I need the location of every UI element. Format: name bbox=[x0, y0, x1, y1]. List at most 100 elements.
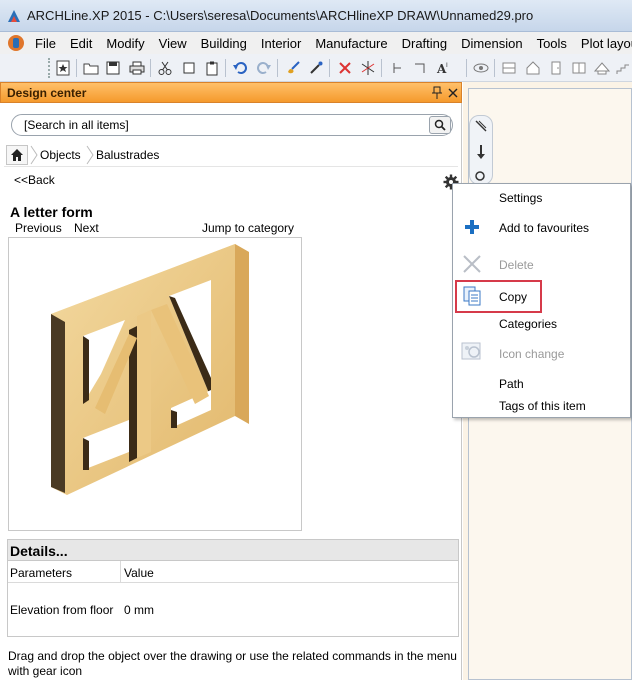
pen-icon[interactable] bbox=[474, 119, 488, 133]
menu-tools[interactable]: Tools bbox=[537, 36, 567, 51]
parameter-value: 0 mm bbox=[124, 603, 154, 617]
text-button[interactable]: AI bbox=[434, 59, 452, 77]
breadcrumb-objects[interactable]: Objects bbox=[40, 148, 81, 162]
undo-button[interactable] bbox=[231, 59, 249, 77]
eyedropper-icon bbox=[310, 61, 323, 74]
column-parameters: Parameters bbox=[10, 566, 73, 580]
paste-button[interactable] bbox=[203, 59, 221, 77]
item-title: A letter form bbox=[10, 204, 93, 220]
magnifier-icon bbox=[434, 119, 446, 131]
column-value: Value bbox=[124, 566, 154, 580]
menu-item-add-to-favourites[interactable]: Add to favourites bbox=[499, 221, 589, 235]
menu-bar: File Edit Modify View Building Interior … bbox=[0, 32, 632, 54]
delete-icon-box bbox=[459, 252, 485, 276]
cut-button[interactable] bbox=[156, 59, 174, 77]
menu-file[interactable]: File bbox=[35, 36, 56, 51]
details-table: Parameters Value Elevation from floor 0 … bbox=[7, 561, 459, 637]
home-icon bbox=[11, 149, 23, 161]
menu-items: File Edit Modify View Building Interior … bbox=[35, 36, 632, 51]
app-menu-icon[interactable] bbox=[7, 34, 25, 52]
text-icon: AI bbox=[436, 62, 448, 76]
corner-button[interactable] bbox=[411, 59, 429, 77]
table-header: Parameters Value bbox=[8, 561, 458, 583]
menu-plot-layout[interactable]: Plot layout bbox=[581, 36, 632, 51]
chevron-right-icon bbox=[86, 145, 94, 165]
clipboard-icon bbox=[206, 61, 218, 76]
window-icon bbox=[572, 62, 586, 74]
toolbar-grip[interactable] bbox=[48, 58, 50, 78]
table-row[interactable]: Elevation from floor 0 mm bbox=[8, 583, 458, 635]
menu-manufacture[interactable]: Manufacture bbox=[315, 36, 387, 51]
save-icon bbox=[106, 61, 120, 75]
window-title: ARCHLine.XP 2015 - C:\Users\seresa\Docum… bbox=[27, 8, 534, 23]
breadcrumb-balustrades[interactable]: Balustrades bbox=[96, 148, 159, 162]
menu-item-icon-change: Icon change bbox=[499, 347, 565, 361]
jump-to-category-link[interactable]: Jump to category bbox=[202, 221, 294, 235]
printer-icon bbox=[129, 61, 145, 75]
design-center-header: Design center bbox=[0, 82, 462, 103]
window-tool-button[interactable] bbox=[570, 59, 588, 77]
paintbrush-icon bbox=[288, 61, 300, 74]
pin-icon[interactable] bbox=[431, 86, 443, 100]
trim-button[interactable] bbox=[359, 59, 377, 77]
red-x-icon bbox=[339, 62, 351, 74]
undo-icon bbox=[233, 62, 247, 74]
menu-item-categories[interactable]: Categories bbox=[499, 317, 557, 331]
eyedropper-button[interactable] bbox=[307, 59, 325, 77]
image-icon bbox=[461, 342, 481, 360]
door-icon bbox=[551, 61, 561, 75]
breadcrumb: Objects Balustrades bbox=[4, 143, 458, 167]
roof-button[interactable] bbox=[593, 59, 611, 77]
breadcrumb-home-button[interactable] bbox=[6, 145, 28, 165]
view-button[interactable] bbox=[472, 59, 490, 77]
menu-modify[interactable]: Modify bbox=[106, 36, 144, 51]
search-input[interactable] bbox=[24, 117, 424, 133]
menu-building[interactable]: Building bbox=[201, 36, 247, 51]
arrow-down-icon[interactable] bbox=[475, 144, 487, 160]
copy-icon bbox=[183, 62, 195, 74]
save-button[interactable] bbox=[104, 59, 122, 77]
item-preview[interactable] bbox=[8, 237, 302, 531]
copy-toolbar-button[interactable] bbox=[180, 59, 198, 77]
brush-button[interactable] bbox=[284, 59, 302, 77]
folder-icon bbox=[83, 63, 99, 75]
menu-item-tags[interactable]: Tags of this item bbox=[499, 399, 586, 413]
icon-change-icon-box bbox=[459, 340, 485, 364]
copy-icon-box bbox=[459, 284, 485, 308]
redo-button[interactable] bbox=[255, 59, 273, 77]
menu-item-delete: Delete bbox=[499, 258, 534, 272]
print-button[interactable] bbox=[128, 59, 146, 77]
close-icon[interactable] bbox=[447, 86, 459, 100]
break-button[interactable] bbox=[388, 59, 406, 77]
door-button[interactable] bbox=[547, 59, 565, 77]
break-icon bbox=[393, 63, 401, 73]
back-link[interactable]: <<Back bbox=[14, 173, 55, 187]
next-link[interactable]: Next bbox=[74, 221, 99, 235]
house-button[interactable] bbox=[524, 59, 542, 77]
redo-icon bbox=[257, 62, 271, 74]
corner-icon bbox=[415, 63, 425, 73]
stair-button[interactable] bbox=[614, 59, 632, 77]
menu-item-path[interactable]: Path bbox=[499, 377, 524, 391]
parameter-name: Elevation from floor bbox=[10, 603, 114, 617]
copy-icon bbox=[463, 286, 481, 306]
previous-link[interactable]: Previous bbox=[15, 221, 62, 235]
search-button[interactable] bbox=[429, 116, 451, 134]
menu-dimension[interactable]: Dimension bbox=[461, 36, 522, 51]
menu-item-settings[interactable]: Settings bbox=[499, 191, 542, 205]
zoom-icon[interactable] bbox=[474, 170, 488, 182]
menu-drafting[interactable]: Drafting bbox=[402, 36, 448, 51]
menu-item-copy[interactable]: Copy bbox=[499, 290, 527, 304]
menu-view[interactable]: View bbox=[159, 36, 187, 51]
menu-interior[interactable]: Interior bbox=[261, 36, 301, 51]
delete-tool-button[interactable] bbox=[336, 59, 354, 77]
wall-button[interactable] bbox=[500, 59, 518, 77]
new-favourite-button[interactable] bbox=[54, 59, 72, 77]
app-icon bbox=[8, 10, 20, 22]
main-toolbar: AI bbox=[0, 54, 632, 82]
details-header[interactable]: Details... bbox=[7, 539, 459, 561]
navigation-toolbar bbox=[469, 115, 493, 185]
menu-edit[interactable]: Edit bbox=[70, 36, 92, 51]
open-button[interactable] bbox=[82, 59, 100, 77]
wall-icon bbox=[502, 62, 516, 74]
